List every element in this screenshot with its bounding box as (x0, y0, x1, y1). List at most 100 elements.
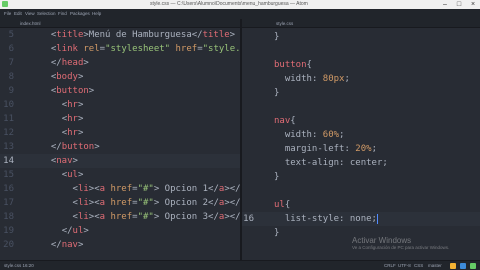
code-text: margin-left: 20%; (284, 144, 377, 154)
code-text: </nav> (50, 240, 84, 250)
code-text: ul{ (274, 200, 291, 210)
close-button[interactable]: × (466, 0, 480, 9)
code-line[interactable]: 12 <hr> (0, 126, 240, 140)
minimize-button[interactable]: – (438, 0, 452, 9)
code-line[interactable]: 19 </ul> (0, 224, 240, 238)
code-line[interactable]: } (242, 30, 480, 44)
code-line[interactable]: 15 <ul> (0, 168, 240, 182)
code-line[interactable]: nav{ (242, 114, 480, 128)
line-number (242, 30, 254, 44)
line-number (242, 156, 254, 170)
code-line[interactable]: 14 <nav> (0, 154, 240, 168)
line-number: 16 (243, 214, 254, 224)
code-line[interactable]: } (242, 170, 480, 184)
code-text: list-style: none; (284, 213, 378, 224)
tab-index-html[interactable]: index.html (20, 19, 41, 28)
code-line[interactable]: 11 <hr> (0, 112, 240, 126)
code-line[interactable]: 16 <li><a href="#"> Opcion 1</a></li> (0, 182, 240, 196)
code-line[interactable]: 20 </nav> (0, 238, 240, 252)
line-number: 14 (3, 156, 14, 166)
line-number (242, 86, 254, 100)
line-number (242, 198, 254, 212)
code-text: <nav> (50, 156, 78, 166)
watermark-title: Activar Windows (352, 236, 412, 245)
menu-view[interactable]: View (25, 9, 35, 19)
code-text: } (274, 88, 280, 98)
code-text: <title>Menú de Hamburguesa</title> (50, 30, 236, 40)
code-line[interactable]: } (242, 86, 480, 100)
code-line[interactable]: text-align: center; (242, 156, 480, 170)
menu-edit[interactable]: Edit (14, 9, 22, 19)
system-tray (390, 262, 480, 270)
line-number: 5 (8, 30, 14, 40)
code-line[interactable]: width: 60%; (242, 128, 480, 142)
code-line[interactable]: 17 <li><a href="#"> Opcion 2</a></li> (0, 196, 240, 210)
code-text: <button> (50, 86, 95, 96)
code-text: } (274, 32, 280, 42)
line-number (242, 44, 254, 58)
menu-help[interactable]: Help (92, 9, 101, 19)
code-line[interactable] (242, 44, 480, 58)
code-text: text-align: center; (284, 158, 388, 168)
code-text: nav{ (274, 116, 296, 126)
code-line[interactable]: 9 <button> (0, 84, 240, 98)
line-number (242, 226, 254, 240)
line-number (242, 142, 254, 156)
code-line[interactable]: 7 </head> (0, 56, 240, 70)
tab-style-css[interactable]: style.css (276, 19, 293, 28)
line-number (242, 58, 254, 72)
atom-icon[interactable] (470, 263, 476, 269)
status-file-position[interactable]: style.css 16:20 (4, 261, 34, 270)
line-number: 13 (3, 142, 14, 152)
code-text: width: 80px; (284, 74, 350, 84)
code-text: <li><a href="#"> Opcion 3</a></li> (72, 212, 240, 222)
line-number (242, 114, 254, 128)
maximize-button[interactable]: □ (452, 0, 466, 9)
line-number: 20 (3, 240, 14, 250)
code-text: <hr> (61, 128, 84, 138)
code-line[interactable]: margin-left: 20%; (242, 142, 480, 156)
menu-file[interactable]: File (4, 9, 11, 19)
line-number: 11 (3, 114, 14, 124)
menu-selection[interactable]: Selection (37, 9, 56, 19)
code-line[interactable]: 16 list-style: none; (242, 212, 480, 226)
line-number: 19 (3, 226, 14, 236)
line-number: 18 (3, 212, 14, 222)
code-line[interactable]: button{ (242, 58, 480, 72)
code-line[interactable]: ul{ (242, 198, 480, 212)
tab-bar-left: index.html (0, 19, 240, 28)
code-text: } (274, 228, 280, 238)
code-line[interactable] (242, 100, 480, 114)
code-line[interactable] (242, 184, 480, 198)
line-number: 6 (8, 44, 14, 54)
window-title: style.css — C:\Users\Alumno\Documents\me… (150, 1, 308, 7)
line-number: 10 (3, 100, 14, 110)
line-number: 15 (3, 170, 14, 180)
code-text: </head> (50, 58, 89, 68)
watermark-subtitle: Ve a Configuración de PC para activar Wi… (352, 245, 450, 250)
code-line[interactable]: 8 <body> (0, 70, 240, 84)
code-text: <link rel="stylesheet" href="style.css"> (50, 44, 240, 54)
browser-icon[interactable] (460, 263, 466, 269)
menu-bar: File Edit View Selection Find Packages H… (0, 9, 480, 19)
text-cursor (376, 213, 378, 224)
code-line[interactable]: width: 80px; (242, 72, 480, 86)
code-line[interactable]: 6 <link rel="stylesheet" href="style.css… (0, 42, 240, 56)
tab-bar-right: style.css (242, 19, 480, 28)
code-line[interactable]: 10 <hr> (0, 98, 240, 112)
code-line[interactable]: 5 <title>Menú de Hamburguesa</title> (0, 28, 240, 42)
css-editor-pane[interactable]: } button{ width: 80px;} nav{ width: 60%; m… (242, 28, 480, 260)
code-line[interactable]: 18 <li><a href="#"> Opcion 3</a></li> (0, 210, 240, 224)
folder-icon[interactable] (450, 263, 456, 269)
code-text: <li><a href="#"> Opcion 1</a></li> (72, 184, 240, 194)
windows-activation-watermark: Activar Windows Ve a Configuración de PC… (352, 236, 449, 251)
line-number: 16 (3, 184, 14, 194)
menu-find[interactable]: Find (58, 9, 67, 19)
line-number (242, 72, 254, 86)
line-number: 9 (8, 86, 14, 96)
menu-packages[interactable]: Packages (70, 9, 90, 19)
html-editor-pane[interactable]: 5 <title>Menú de Hamburguesa</title> 6 <l… (0, 28, 240, 260)
code-text: } (274, 172, 280, 182)
code-line[interactable]: 13 </button> (0, 140, 240, 154)
code-text: <body> (50, 72, 84, 82)
